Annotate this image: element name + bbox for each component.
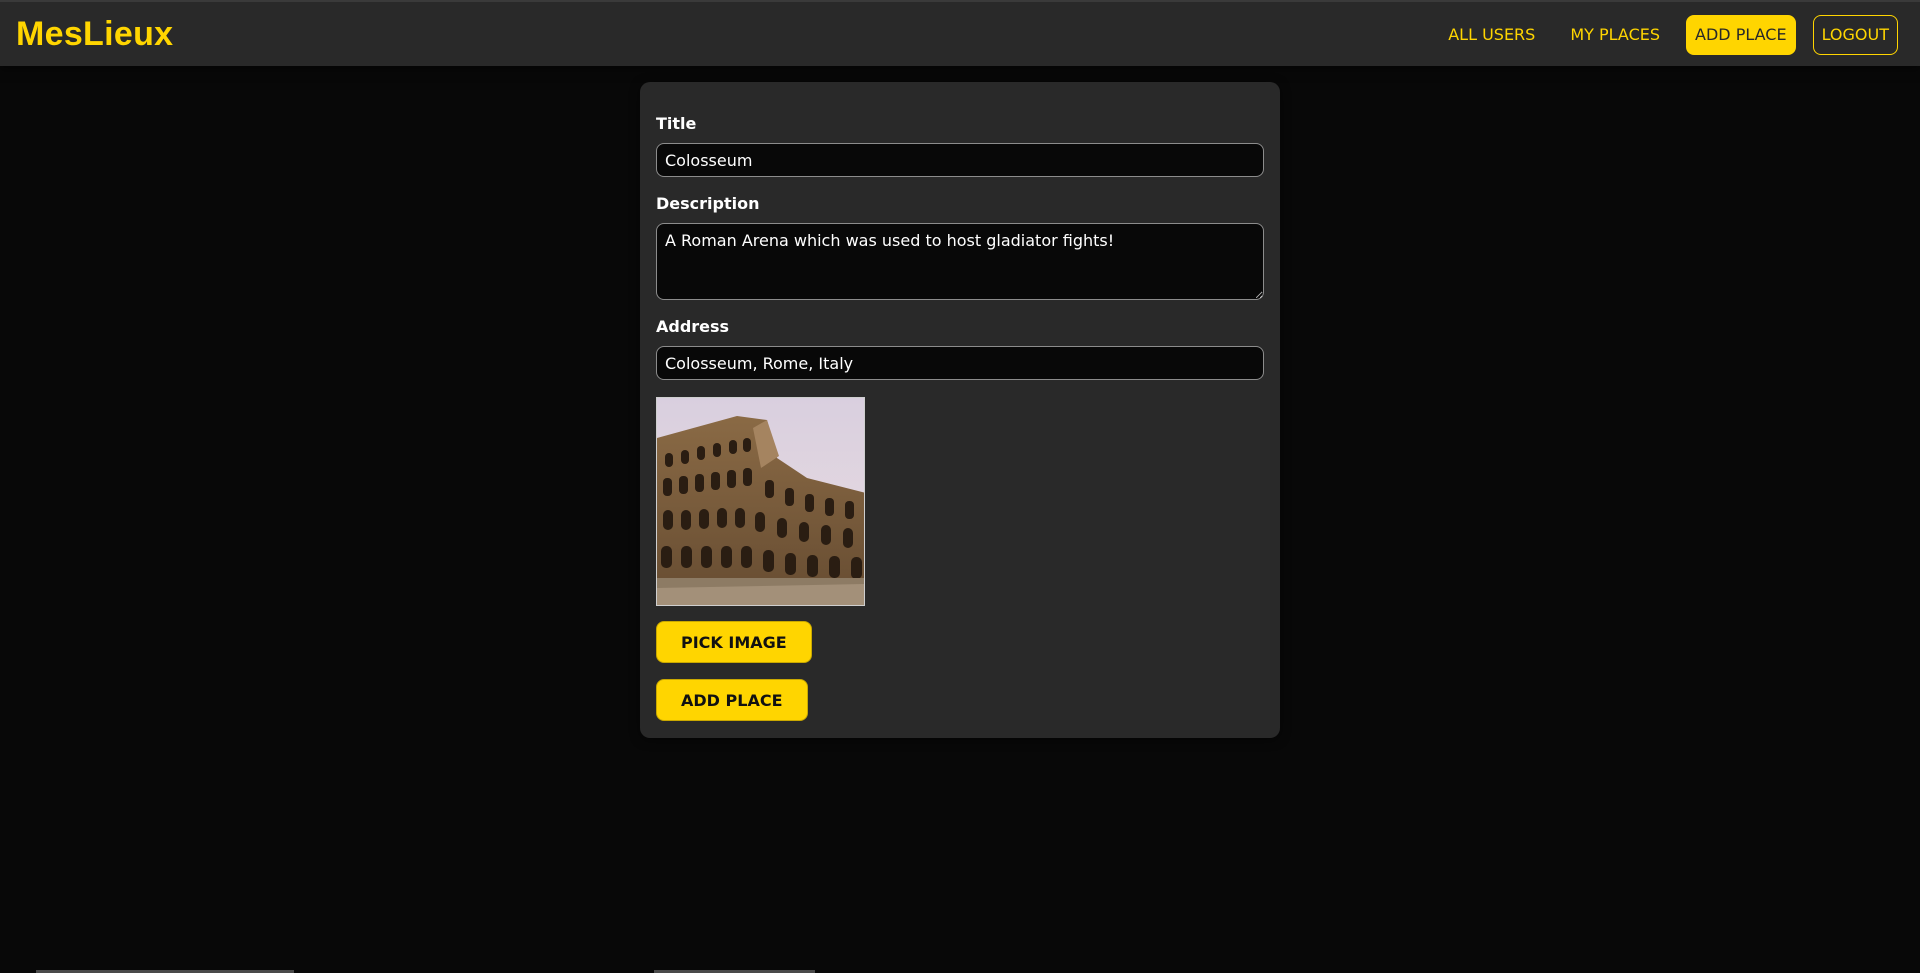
main-navigation: ALL USERS MY PLACES ADD PLACE LOGOUT: [1422, 14, 1898, 56]
nav-my-places[interactable]: MY PLACES: [1561, 15, 1669, 55]
title-label: Title: [656, 114, 697, 133]
pick-image-button[interactable]: PICK IMAGE: [656, 621, 812, 663]
app-logo[interactable]: MesLieux: [16, 15, 173, 54]
main-header: MesLieux ALL USERS MY PLACES ADD PLACE L…: [0, 0, 1920, 66]
description-label: Description: [656, 194, 760, 213]
logout-button[interactable]: LOGOUT: [1812, 15, 1898, 55]
add-place-submit-button[interactable]: ADD PLACE: [656, 679, 808, 721]
nav-all-users[interactable]: ALL USERS: [1439, 15, 1544, 55]
address-input[interactable]: [656, 346, 1264, 380]
image-preview: [656, 397, 865, 606]
new-place-form: Title Description A Roman Arena which wa…: [640, 82, 1280, 738]
colosseum-photo: [657, 398, 864, 605]
title-input[interactable]: [656, 143, 1264, 177]
nav-add-place[interactable]: ADD PLACE: [1686, 15, 1796, 55]
description-textarea[interactable]: A Roman Arena which was used to host gla…: [656, 223, 1264, 300]
address-label: Address: [656, 317, 730, 336]
